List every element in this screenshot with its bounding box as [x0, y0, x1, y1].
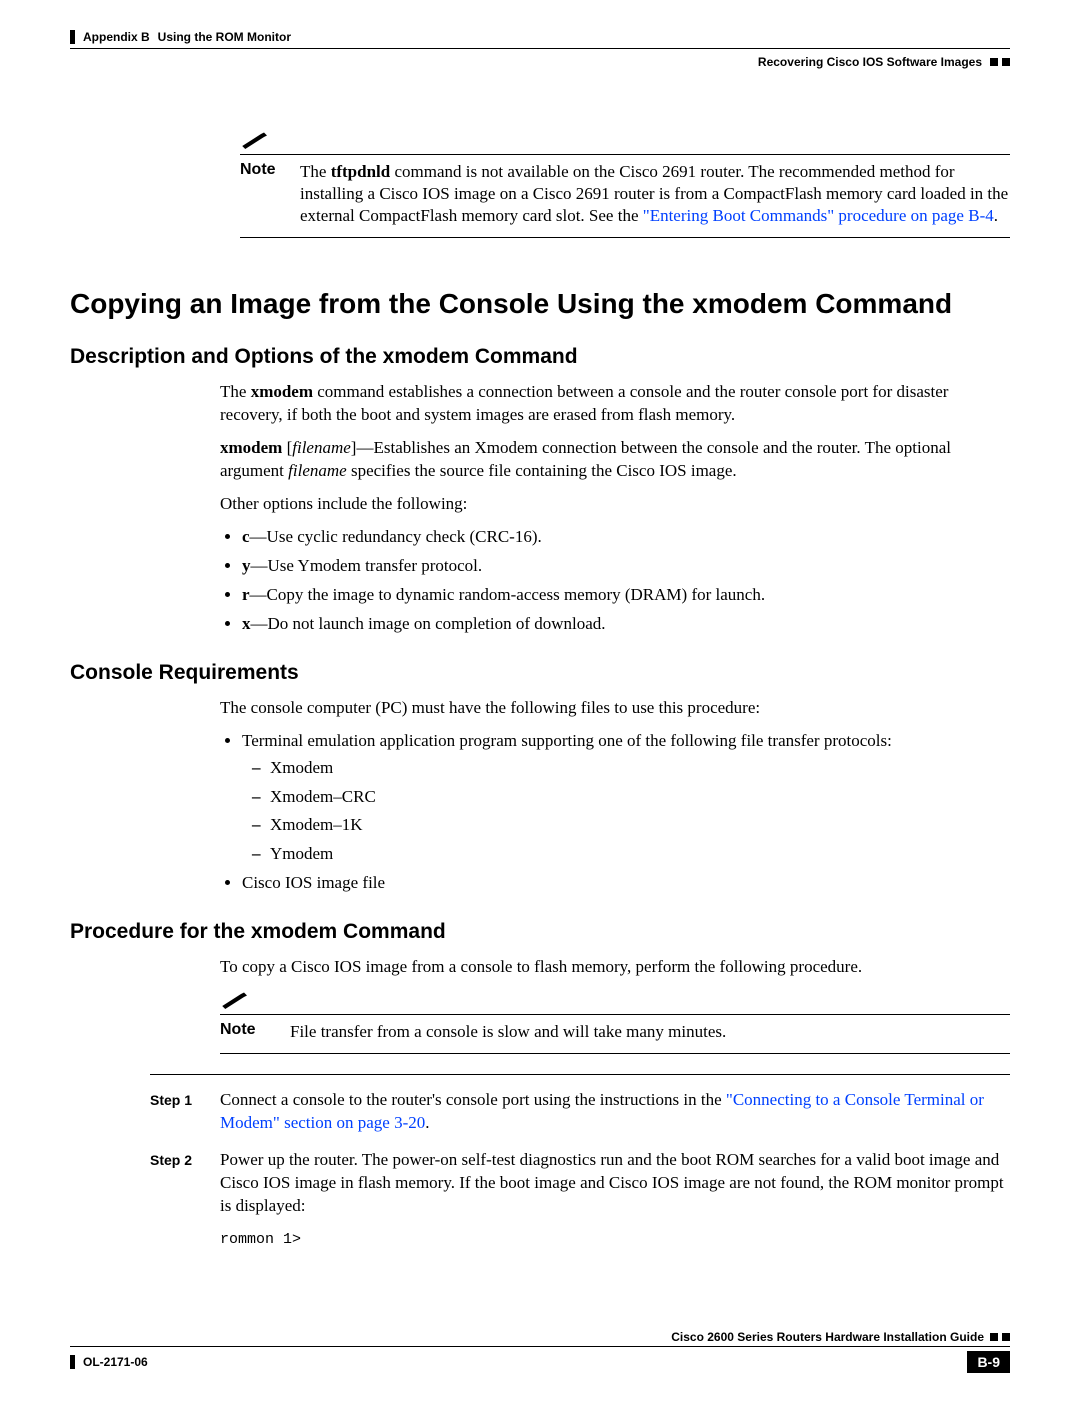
content-area: Note The tftpdnld command is not availab…	[70, 129, 1010, 1250]
step-1: Step 1 Connect a console to the router's…	[150, 1089, 1010, 1135]
header-section: Recovering Cisco IOS Software Images	[758, 55, 982, 69]
header-squares-icon	[990, 58, 1010, 66]
step-1-label: Step 1	[150, 1089, 220, 1110]
subsection-procedure: Procedure for the xmodem Command	[70, 920, 1010, 944]
protocol-xmodem: Xmodem	[270, 757, 1010, 780]
header-topic: Using the ROM Monitor	[158, 30, 291, 44]
desc-p1: The xmodem command establishes a connect…	[220, 381, 1010, 427]
page: Appendix B Using the ROM Monitor Recover…	[0, 0, 1080, 1413]
note-rule-top	[240, 154, 1010, 155]
option-r: r—Copy the image to dynamic random-acces…	[242, 584, 1010, 607]
pencil-icon	[240, 129, 1010, 151]
note2-rule-bottom	[220, 1053, 1010, 1054]
console-req-list: Terminal emulation application program s…	[220, 730, 1010, 896]
protocol-xmodem-1k: Xmodem–1K	[270, 814, 1010, 837]
options-list: c—Use cyclic redundancy check (CRC-16). …	[220, 526, 1010, 636]
footer-rule	[70, 1346, 1010, 1347]
option-c: c—Use cyclic redundancy check (CRC-16).	[242, 526, 1010, 549]
step-2: Step 2 Power up the router. The power-on…	[150, 1149, 1010, 1250]
subsection-description: Description and Options of the xmodem Co…	[70, 345, 1010, 369]
page-footer: Cisco 2600 Series Routers Hardware Insta…	[70, 1330, 1010, 1373]
rommon-prompt: rommon 1>	[220, 1230, 1010, 1250]
step-1-text: Connect a console to the router's consol…	[220, 1089, 1010, 1135]
header-appendix: Appendix B	[83, 30, 150, 44]
note-block-slow: Note File transfer from a console is slo…	[220, 989, 1010, 1054]
description-body: The xmodem command establishes a connect…	[220, 381, 1010, 635]
header-right: Recovering Cisco IOS Software Images	[70, 55, 1010, 69]
step-2-text: Power up the router. The power-on self-t…	[220, 1149, 1010, 1250]
header-rule	[70, 48, 1010, 49]
option-x: x—Do not launch image on completion of d…	[242, 613, 1010, 636]
note-link[interactable]: "Entering Boot Commands" procedure on pa…	[643, 206, 994, 225]
page-header: Appendix B Using the ROM Monitor Recover…	[70, 30, 1010, 69]
option-y: y—Use Ymodem transfer protocol.	[242, 555, 1010, 578]
note-command: tftpdnld	[331, 162, 391, 181]
note-label: Note	[240, 161, 300, 179]
header-left: Appendix B Using the ROM Monitor	[70, 30, 1010, 44]
header-bar-icon	[70, 30, 75, 44]
note-rule-bottom	[240, 237, 1010, 238]
protocol-ymodem: Ymodem	[270, 843, 1010, 866]
note2-rule-top	[220, 1014, 1010, 1015]
proc-intro: To copy a Cisco IOS image from a console…	[220, 956, 1010, 979]
note-text: The tftpdnld command is not available on…	[300, 161, 1010, 227]
steps-rule-top	[150, 1074, 1010, 1075]
protocol-xmodem-crc: Xmodem–CRC	[270, 786, 1010, 809]
note2-text: File transfer from a console is slow and…	[290, 1021, 726, 1043]
procedure-body: To copy a Cisco IOS image from a console…	[220, 956, 1010, 979]
page-number-badge: B-9	[967, 1351, 1010, 1373]
console-intro: The console computer (PC) must have the …	[220, 697, 1010, 720]
desc-opts-intro: Other options include the following:	[220, 493, 1010, 516]
step-2-label: Step 2	[150, 1149, 220, 1170]
note-block-top: Note The tftpdnld command is not availab…	[240, 129, 1010, 238]
section-title: Copying an Image from the Console Using …	[70, 288, 1010, 320]
protocol-list: Xmodem Xmodem–CRC Xmodem–1K Ymodem	[242, 757, 1010, 867]
footer-bar-icon	[70, 1355, 75, 1369]
footer-squares-icon	[990, 1333, 1010, 1341]
pencil-icon	[220, 989, 1010, 1011]
footer-doc: OL-2171-06	[70, 1355, 148, 1369]
footer-guide: Cisco 2600 Series Routers Hardware Insta…	[70, 1330, 1010, 1344]
console-req-item-2: Cisco IOS image file	[242, 872, 1010, 895]
subsection-console-req: Console Requirements	[70, 661, 1010, 685]
desc-p2: xmodem [filename]—Establishes an Xmodem …	[220, 437, 1010, 483]
note2-label: Note	[220, 1021, 290, 1039]
console-req-item-1: Terminal emulation application program s…	[242, 730, 1010, 867]
console-req-body: The console computer (PC) must have the …	[220, 697, 1010, 896]
